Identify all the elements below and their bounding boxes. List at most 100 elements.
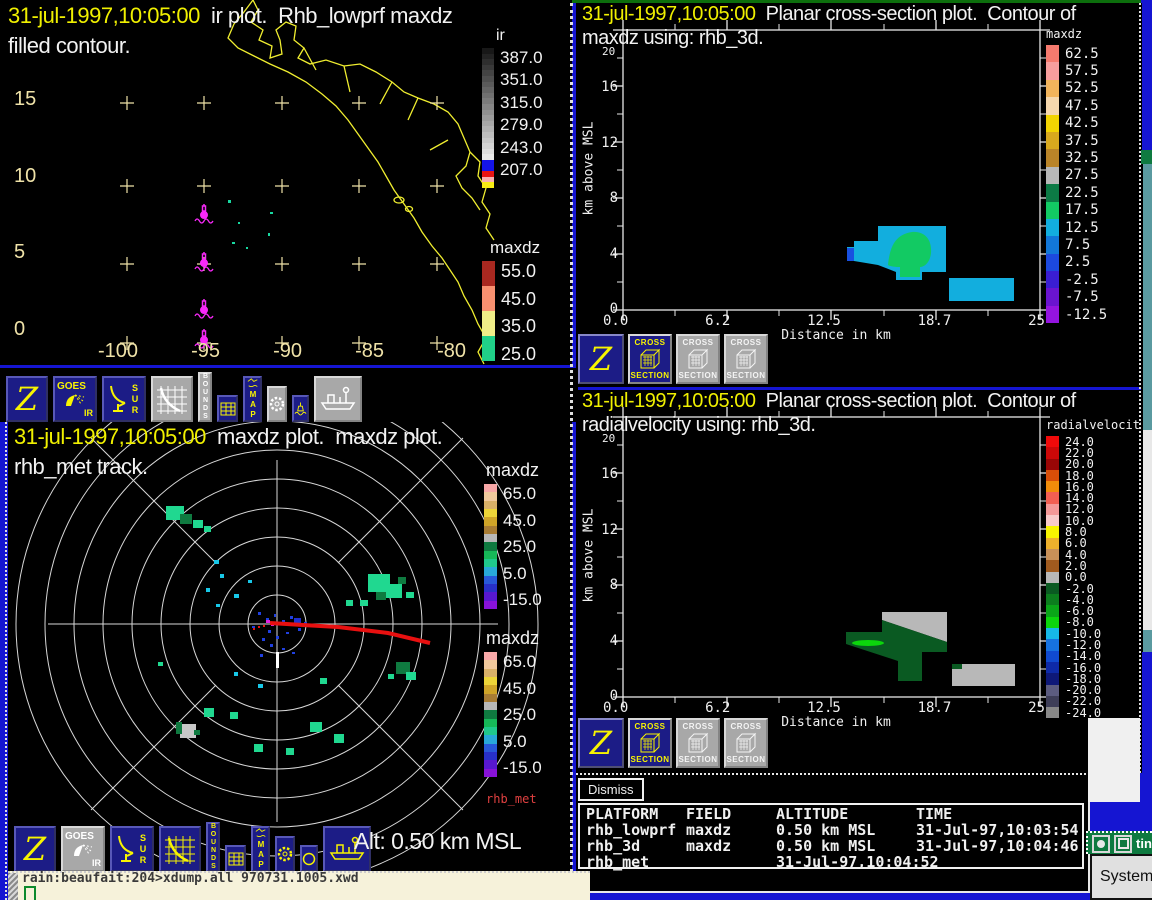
cube-icon: [640, 732, 661, 753]
table-header: PLATFORM FIELD ALTITUDE TIME: [586, 806, 1082, 822]
goes-ir-button[interactable]: GOES IR: [61, 826, 105, 872]
tick-label: 351.0: [500, 70, 543, 90]
colorbar-row: 52.5: [1046, 79, 1140, 98]
tin-window-titlebar: tin: [1086, 831, 1152, 854]
colorbar-row: 62.5: [1046, 45, 1140, 63]
range-rings-button[interactable]: [275, 836, 295, 872]
ship-button[interactable]: [314, 376, 362, 422]
colorbar-row: 10.0: [1046, 514, 1140, 528]
cross-section-button-3[interactable]: CROSS SECTION: [724, 718, 768, 768]
xsec-maxdz-colorbar: maxdz 62.5 57.5 52.5 47.5 42.5 37.5 32.5 27.5 22…: [1046, 27, 1140, 324]
goes-ir-button[interactable]: GOES IR: [53, 376, 97, 422]
colorbar-row: 32.5: [1046, 149, 1140, 167]
grid-icon: [228, 852, 243, 865]
time-status-window: Dismiss PLATFORM FIELD ALTITUDE TIME rhb_lo…: [576, 773, 1090, 893]
small-grid-button[interactable]: [217, 395, 238, 422]
window-maximize-button[interactable]: [1114, 834, 1132, 853]
panel-radar-maxdz: 31-jul-1997,10:05:00 maxdz plot. maxdz p…: [8, 422, 572, 872]
tick-label: PLATFORM: [586, 805, 659, 823]
map-overlay-button[interactable]: MAP: [243, 376, 262, 422]
buoy-button[interactable]: [292, 395, 309, 422]
zebra-menu-button[interactable]: Z: [578, 334, 624, 384]
colorbar-swatch: [1046, 288, 1059, 306]
colorbar-value: 42.5: [1065, 115, 1099, 132]
cube-icon: [640, 348, 661, 369]
colorbar-swatch: [1046, 97, 1059, 115]
bounds-label: BOUNDS: [202, 373, 209, 421]
colorbar-segment: [482, 286, 495, 311]
maxdz-contours: [847, 226, 1014, 301]
zebra-menu-button[interactable]: Z: [6, 376, 48, 422]
colorbar-rows: 24.0 22.0 20.0 18.0 16.0 14.0 12.0 10.0 8.0 6.0 4.…: [1046, 435, 1140, 720]
cross-section-button-3[interactable]: CROSS SECTION: [724, 334, 768, 384]
tick-label: -95: [191, 340, 221, 362]
colorbar-swatch: [1046, 236, 1059, 254]
colorbar-row: 2.0: [1046, 559, 1140, 573]
tick-label: 279.0: [500, 115, 543, 135]
timestamp: 31-jul-1997,10:05:00: [8, 3, 200, 28]
colorbar-swatch: [1046, 469, 1059, 482]
grid-radar-button[interactable]: [159, 826, 201, 872]
dismiss-button[interactable]: Dismiss: [578, 778, 644, 801]
goes-label: GOES: [57, 380, 86, 392]
colorbar-segment: [484, 760, 497, 769]
colorbar-swatch: [1046, 503, 1059, 516]
colorbar-row: -7.5: [1046, 288, 1140, 306]
cross-section-button-2[interactable]: CROSS SECTION: [676, 334, 720, 384]
colorbar-value: 17.5: [1065, 202, 1099, 219]
panel-title-line2: radialvelocity using: rhb_3d.: [582, 414, 816, 436]
panel-ir-map: 31-jul-1997,10:05:00 ir plot. Rhb_lowprf…: [0, 0, 572, 365]
tick-label: 12.5: [807, 313, 841, 329]
cross-section-button-active[interactable]: CROSS SECTION: [628, 718, 672, 768]
small-grid-button[interactable]: [225, 845, 246, 872]
tick-label: -100: [98, 340, 139, 362]
surveillance-radar-button[interactable]: SUR: [110, 826, 154, 872]
edge-window-scrollbar[interactable]: [1141, 430, 1152, 630]
x-ticks: 0.0 6.2 12.5 18.7 25: [603, 700, 1045, 716]
colorbar-ticks: 65.0 45.0 25.0 5.0 -15.0: [503, 484, 542, 610]
colorbar-segment: [484, 685, 497, 694]
cell-platform: rhb_lowprf: [586, 821, 677, 839]
circle-icon: [302, 852, 316, 865]
grid-radar-button[interactable]: [151, 376, 193, 422]
tick-label: -85: [355, 340, 384, 362]
terminal-cursor: [24, 886, 36, 900]
colorbar-title: maxdz: [486, 628, 540, 648]
colorbar-swatch: [1046, 253, 1059, 272]
range-rings: [15, 422, 539, 872]
panel-title-line2: filled contour.: [8, 33, 131, 58]
map-grid-marks: [120, 96, 444, 350]
range-rings-button[interactable]: [267, 386, 287, 422]
bounds-button[interactable]: BOUNDS: [206, 822, 220, 872]
tick-label: 10: [14, 164, 37, 187]
zebra-menu-button[interactable]: Z: [14, 826, 56, 872]
colorbar-segment: [484, 726, 497, 736]
colorbar-row: -2.5: [1046, 271, 1140, 289]
colorbar-row: -12.5: [1046, 305, 1140, 324]
colorbar-ticks: 65.0 45.0 25.0 5.0 -15.0: [503, 652, 542, 778]
tick-label: 4: [609, 632, 618, 649]
colorbar-value: -7.5: [1065, 289, 1099, 306]
cross-section-button-active[interactable]: CROSS SECTION: [628, 334, 672, 384]
colorbar-swatch: [1046, 114, 1059, 132]
y-tick-top: 20: [602, 45, 616, 58]
colorbar-segment: [484, 575, 497, 584]
cross-section-button-2[interactable]: CROSS SECTION: [676, 718, 720, 768]
map-overlay-button[interactable]: MAP: [251, 826, 270, 872]
terminal-window[interactable]: rain:beaufait:204>xdump.all 970731.1005.…: [8, 871, 590, 900]
cell-platform: rhb_3d: [586, 837, 641, 855]
terminal-scrollbar[interactable]: [8, 873, 18, 900]
buoy-icon: [294, 402, 307, 415]
zebra-logo: Z: [589, 724, 613, 762]
tick-label: 5: [14, 241, 26, 264]
bounds-button[interactable]: BOUNDS: [198, 372, 212, 422]
circle-overlay-button[interactable]: [300, 845, 318, 872]
system-button[interactable]: System: [1090, 854, 1152, 900]
map-icon: [247, 378, 258, 387]
window-menu-button[interactable]: [1092, 834, 1110, 853]
surveillance-radar-button[interactable]: SUR: [102, 376, 146, 422]
colorbar-row: 17.5: [1046, 201, 1140, 219]
table-row: rhb_lowprf maxdz 0.50 km MSL 31-Jul-97,10:0…: [586, 822, 1082, 838]
zebra-menu-button[interactable]: Z: [578, 718, 624, 768]
colorbar-segment: [484, 718, 497, 727]
